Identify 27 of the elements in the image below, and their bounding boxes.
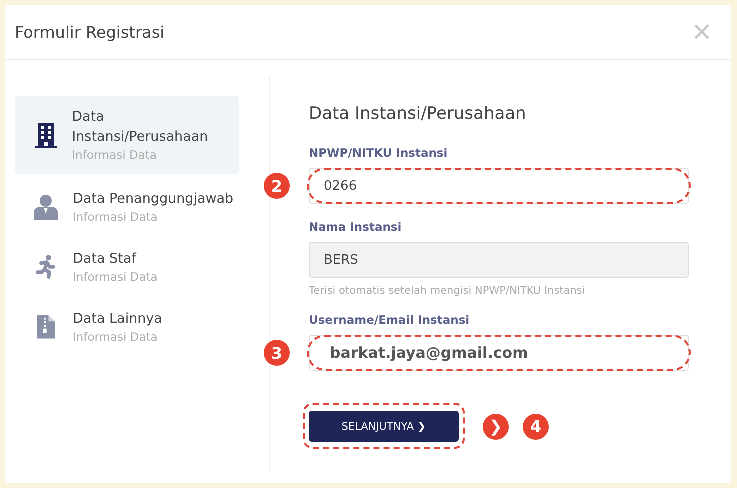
item-subtitle: Informasi Data <box>73 329 159 345</box>
next-button[interactable]: SELANJUTNYA ❯ <box>309 411 459 442</box>
section-title: Data Instansi/Perusahaan <box>309 104 528 124</box>
step-number-badge: 4 <box>523 414 549 440</box>
input-field[interactable]: barkat.jaya@gmail.com <box>309 335 689 371</box>
step-number-badge: 2 <box>264 173 290 199</box>
window-title: Formulir Registrasi <box>15 22 165 42</box>
field-label: Username/Email Instansi <box>309 313 471 327</box>
step-number-badge: 3 <box>264 340 290 366</box>
item-subtitle: Informasi Data <box>73 209 159 225</box>
hint-text: Terisi otomatis setelah mengisi NPWP/NITKU Instansi <box>309 285 586 297</box>
sidebar-item[interactable]: Data Penanggungjawab Informasi Data <box>15 180 239 234</box>
person-icon <box>33 194 59 220</box>
item-title: Data Lainnya <box>73 310 162 329</box>
input-field[interactable]: 0266 <box>309 168 689 204</box>
item-subtitle: Informasi Data <box>73 269 158 285</box>
field-label: Nama Instansi <box>309 220 403 234</box>
sidebar-item[interactable]: Data Instansi/Perusahaan Informasi Data <box>15 96 239 174</box>
sidebar-item[interactable]: Data Staf Informasi Data <box>15 240 239 294</box>
sidebar-item[interactable]: Data Lainnya Informasi Data <box>15 300 239 354</box>
building-icon <box>33 122 58 148</box>
item-title: Data Staf <box>73 250 138 269</box>
item-subtitle: Informasi Data <box>72 147 158 163</box>
chevron-badge: ❯ <box>483 414 509 440</box>
field-label: NPWP/NITKU Instansi <box>309 146 449 160</box>
item-title: Data Instansi/Perusahaan <box>72 108 210 147</box>
item-title: Data Penanggungjawab <box>73 190 234 209</box>
